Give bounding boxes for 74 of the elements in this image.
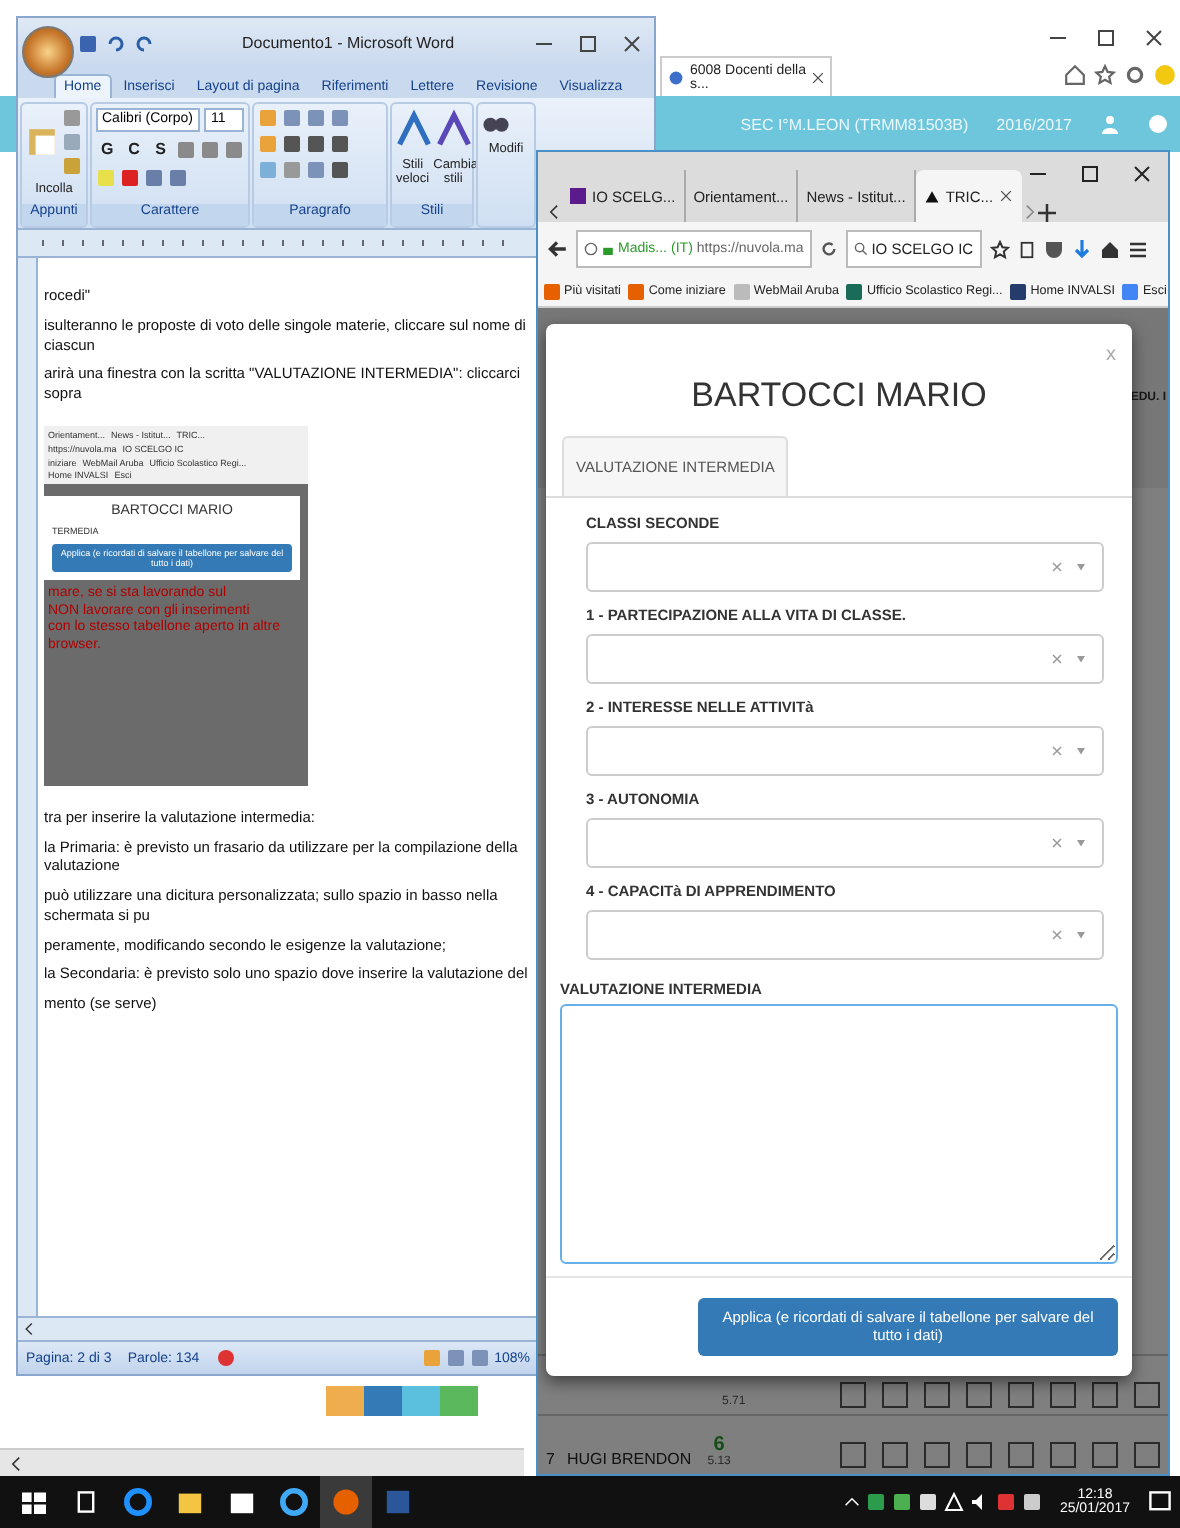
home-icon[interactable] (1064, 64, 1086, 86)
format-button[interactable]: C (122, 138, 146, 162)
select-field[interactable] (586, 726, 1104, 776)
folder-icon[interactable] (176, 1488, 204, 1516)
clear-icon[interactable] (1052, 746, 1062, 756)
download-icon[interactable] (1071, 239, 1092, 259)
clear-icon[interactable] (1052, 838, 1062, 848)
plus-icon[interactable] (1037, 204, 1056, 222)
grade: 6 (713, 1434, 725, 1456)
clear-icon[interactable] (1052, 930, 1062, 940)
checkbox[interactable] (1008, 1442, 1034, 1468)
reload-icon[interactable] (819, 240, 838, 258)
checkbox[interactable] (1092, 1442, 1118, 1468)
school-name: SEC I°M.LEON (TRMM81503B) (740, 115, 969, 133)
checkbox[interactable] (966, 1442, 992, 1468)
window-title: Documento1 - Microsoft Word (242, 34, 455, 52)
format-button[interactable]: S (149, 138, 172, 162)
chevron-left-icon[interactable] (8, 1455, 24, 1471)
select-field[interactable] (586, 634, 1104, 684)
checkbox[interactable] (1008, 1382, 1034, 1408)
clear-icon[interactable] (1052, 562, 1062, 572)
back-arrow-icon[interactable] (546, 238, 568, 260)
checkbox[interactable] (1050, 1382, 1076, 1408)
student-name: HUGI BRENDON (566, 1450, 692, 1468)
notification-icon[interactable] (1148, 1490, 1172, 1514)
caret-icon (1076, 563, 1086, 571)
chevron-left-icon[interactable] (22, 1322, 36, 1336)
checkbox[interactable] (882, 1442, 908, 1468)
school-year: 2016/2017 (996, 115, 1072, 133)
checkbox[interactable] (1134, 1442, 1160, 1468)
star-icon[interactable] (1094, 64, 1116, 86)
search-icon (853, 242, 868, 256)
close-icon[interactable] (812, 71, 824, 83)
maximize-icon[interactable] (578, 33, 598, 53)
redo-icon[interactable] (134, 33, 154, 53)
checkbox[interactable] (1092, 1382, 1118, 1408)
triangle-icon (923, 188, 940, 204)
horizontal-scrollbar[interactable] (0, 1448, 524, 1476)
dialog-title: BARTOCCI MARIO (689, 376, 989, 416)
caret-icon (1076, 747, 1086, 755)
home-icon[interactable] (1099, 239, 1120, 259)
close-icon[interactable] (622, 33, 642, 53)
checkbox[interactable] (924, 1442, 950, 1468)
caret-icon (1076, 839, 1086, 847)
chevron-left-icon[interactable] (546, 202, 562, 222)
row-number: 7 (546, 1450, 555, 1468)
star-icon[interactable] (989, 239, 1010, 259)
info-icon (584, 242, 598, 256)
select-field[interactable] (586, 818, 1104, 868)
close-icon[interactable] (999, 190, 1012, 202)
clear-icon[interactable] (1052, 654, 1062, 664)
checkbox[interactable] (882, 1382, 908, 1408)
checkbox[interactable] (840, 1442, 866, 1468)
caret-icon (1076, 931, 1086, 939)
select-field[interactable] (586, 910, 1104, 960)
maximize-icon[interactable] (1096, 28, 1116, 48)
close-icon[interactable] (1132, 164, 1152, 184)
checkbox[interactable] (840, 1382, 866, 1408)
checkbox[interactable] (924, 1382, 950, 1408)
task-view-icon[interactable] (74, 1490, 98, 1514)
chevron-up-icon[interactable] (843, 1494, 860, 1510)
format-button[interactable]: G (96, 138, 119, 162)
close-icon[interactable] (1144, 28, 1164, 48)
menu-icon[interactable] (1127, 239, 1148, 259)
select-field[interactable] (586, 542, 1104, 592)
text-area[interactable] (560, 1004, 1118, 1264)
caret-icon (1076, 655, 1086, 663)
windows-icon[interactable] (22, 1490, 46, 1514)
network-icon[interactable] (943, 1492, 964, 1512)
undo-icon[interactable] (106, 33, 126, 53)
checkbox[interactable] (1050, 1442, 1076, 1468)
checkbox[interactable] (966, 1382, 992, 1408)
checkbox[interactable] (1134, 1382, 1160, 1408)
maximize-icon[interactable] (1080, 164, 1100, 184)
